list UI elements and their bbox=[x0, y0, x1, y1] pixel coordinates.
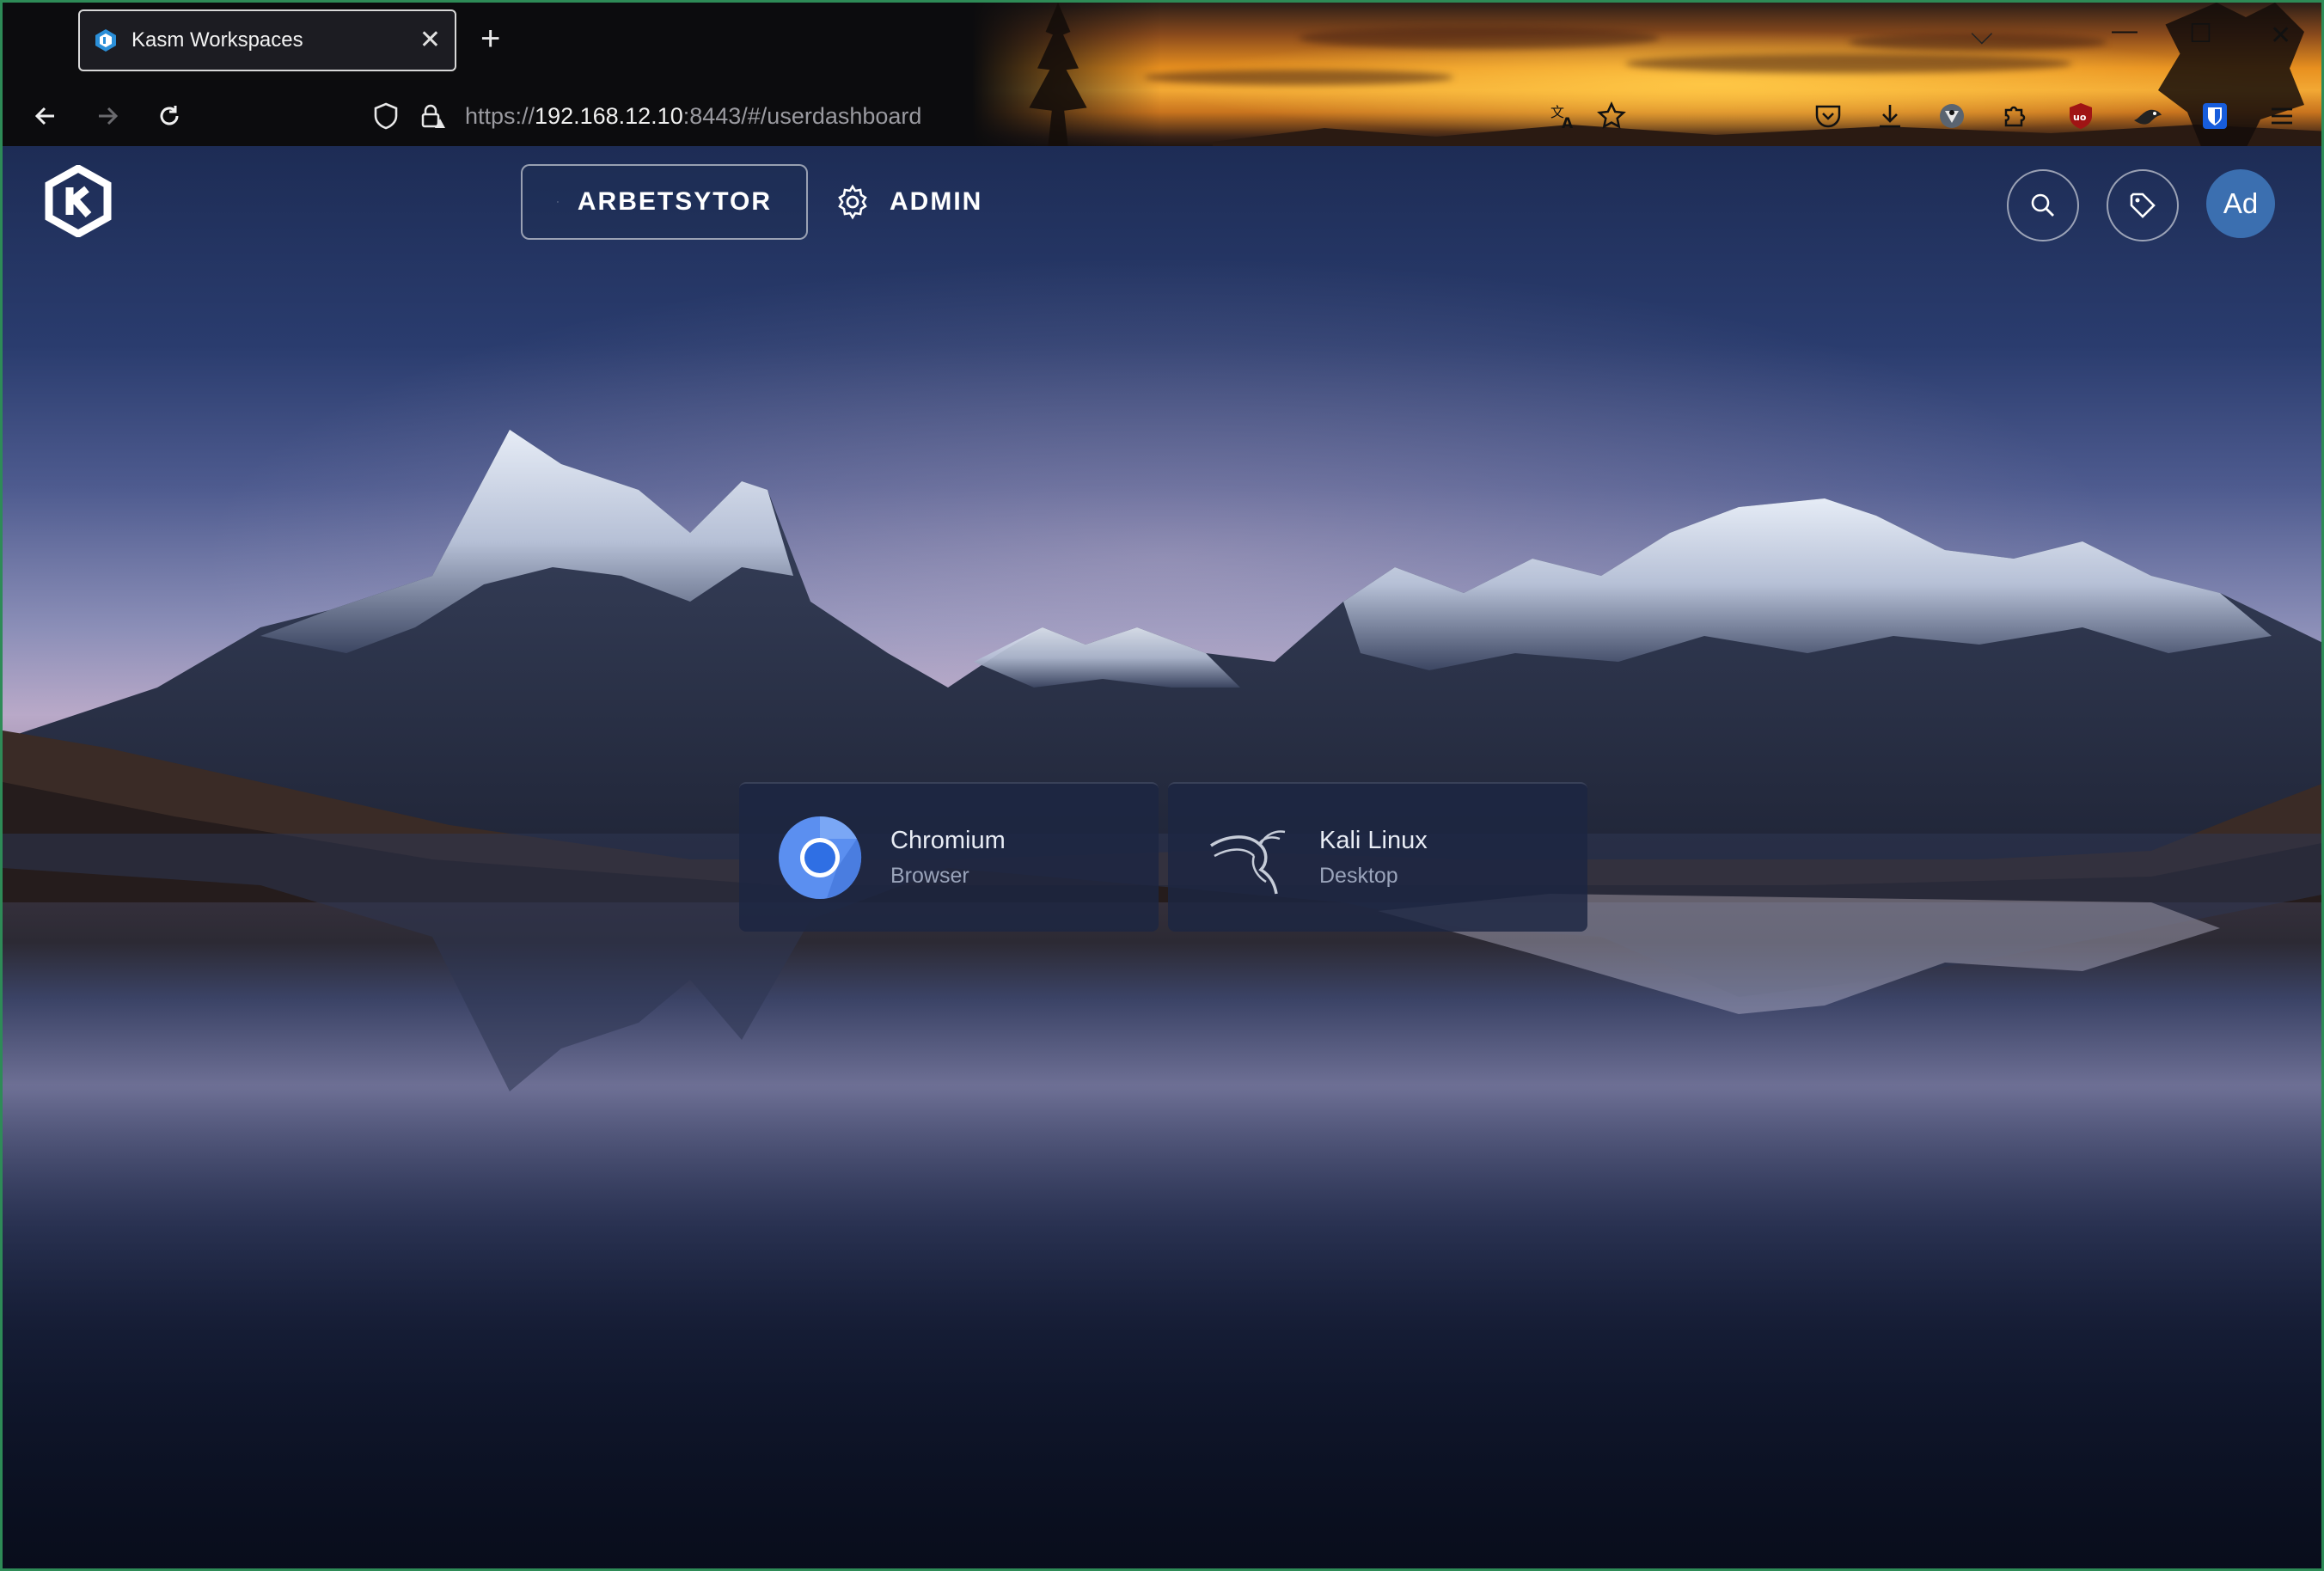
minimize-window-button[interactable]: — bbox=[2112, 18, 2137, 44]
privacy-badger-icon[interactable] bbox=[1933, 97, 1971, 135]
menu-icon[interactable] bbox=[2263, 97, 2301, 135]
chromium-icon bbox=[777, 815, 863, 901]
tracking-protection-shield-icon[interactable] bbox=[369, 99, 403, 133]
kasm-dashboard: ARBETSYTOR ADMIN Ad Chromium Browser Kal… bbox=[0, 146, 2324, 1571]
layers-icon bbox=[557, 201, 559, 203]
nav-workspaces-tab[interactable]: ARBETSYTOR bbox=[521, 164, 808, 240]
svg-text:uo: uo bbox=[2073, 112, 2087, 123]
workspace-card-chromium[interactable]: Chromium Browser bbox=[739, 782, 1159, 932]
nav-workspaces-label: ARBETSYTOR bbox=[577, 187, 772, 216]
bitwarden-icon[interactable] bbox=[2196, 97, 2234, 135]
back-arrow-icon bbox=[34, 107, 54, 125]
kasm-logo-icon[interactable] bbox=[44, 165, 113, 237]
nav-admin-label: ADMIN bbox=[890, 187, 983, 216]
extension-bird-icon[interactable] bbox=[2129, 97, 2167, 135]
browser-chrome: Kasm Workspaces ✕ + ⌵ — ☐ ✕ https://192.… bbox=[0, 0, 2324, 146]
ublock-origin-icon[interactable]: uo bbox=[2062, 97, 2100, 135]
url-path: :8443/#/userdashboard bbox=[682, 103, 922, 129]
translate-icon[interactable]: 文A bbox=[1544, 97, 1582, 135]
url-host: 192.168.12.10 bbox=[535, 103, 683, 129]
nav-admin-tab[interactable]: ADMIN bbox=[800, 164, 1017, 240]
back-button[interactable] bbox=[28, 99, 63, 133]
reload-icon bbox=[160, 106, 179, 125]
tags-button[interactable] bbox=[2107, 169, 2179, 241]
extensions-icon[interactable] bbox=[1995, 97, 2033, 135]
svg-text:A: A bbox=[1562, 115, 1574, 131]
forward-button[interactable] bbox=[90, 99, 125, 133]
tab-list-dropdown-icon[interactable]: ⌵ bbox=[1971, 20, 1993, 49]
insecure-lock-icon[interactable] bbox=[415, 99, 450, 133]
pocket-icon[interactable] bbox=[1809, 97, 1847, 135]
workspace-name: Chromium bbox=[890, 827, 1006, 854]
bookmark-star-icon[interactable] bbox=[1593, 97, 1630, 135]
search-button[interactable] bbox=[2007, 169, 2079, 241]
workspace-category: Desktop bbox=[1319, 864, 1398, 888]
kali-dragon-icon bbox=[1206, 815, 1292, 901]
user-avatar[interactable]: Ad bbox=[2206, 169, 2275, 238]
tab-close-icon[interactable]: ✕ bbox=[419, 28, 441, 53]
download-icon[interactable] bbox=[1871, 97, 1909, 135]
lake-shadow bbox=[3, 1091, 2321, 1568]
workspace-category: Browser bbox=[890, 864, 969, 888]
maximize-window-button[interactable]: ☐ bbox=[2189, 21, 2212, 47]
kasm-favicon-icon bbox=[95, 29, 116, 52]
new-tab-button[interactable]: + bbox=[480, 21, 500, 56]
browser-tab[interactable]: Kasm Workspaces ✕ bbox=[78, 9, 456, 71]
reload-button[interactable] bbox=[152, 99, 187, 133]
workspace-card-kali-linux[interactable]: Kali Linux Desktop bbox=[1168, 782, 1587, 932]
tab-title: Kasm Workspaces bbox=[131, 28, 303, 52]
tag-icon bbox=[2130, 193, 2156, 218]
address-bar[interactable]: https://192.168.12.10:8443/#/userdashboa… bbox=[465, 99, 921, 133]
search-icon bbox=[2031, 193, 2054, 217]
gear-icon bbox=[838, 184, 867, 220]
forward-arrow-icon bbox=[99, 107, 119, 125]
close-window-button[interactable]: ✕ bbox=[2270, 23, 2291, 49]
workspace-name: Kali Linux bbox=[1319, 827, 1428, 854]
url-scheme: https:// bbox=[465, 103, 535, 129]
